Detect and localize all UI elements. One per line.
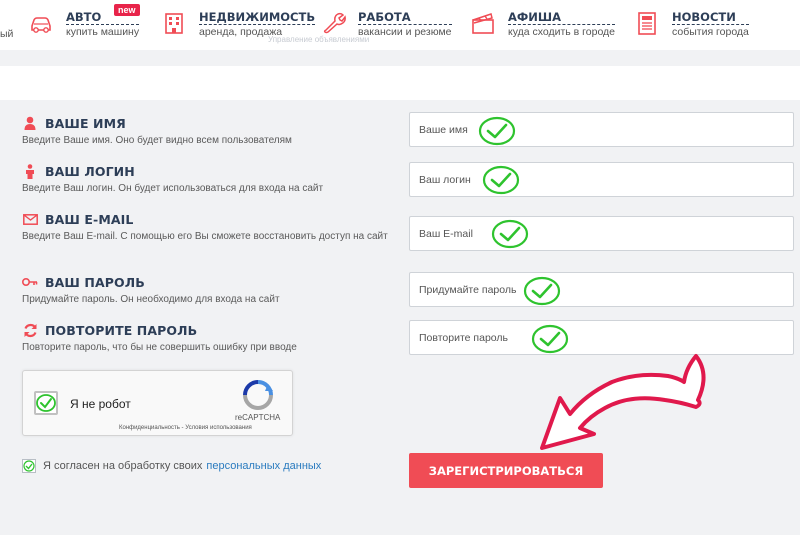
field-description: Повторите пароль, что бы не совершить ош…: [22, 342, 297, 353]
car-icon: [31, 17, 51, 33]
recaptcha-links[interactable]: Конфиденциальность - Условия использован…: [119, 425, 252, 431]
recaptcha-brand: reCAPTCHA: [235, 413, 281, 422]
field-label: ВАШЕ ИМЯ: [22, 115, 126, 131]
building-icon: [165, 13, 183, 34]
recaptcha-label: Я не робот: [70, 397, 131, 411]
field-label: ВАШ ПАРОЛЬ: [22, 274, 145, 290]
top-navigation: ый Управление объявлениями АВТО купить м…: [0, 0, 800, 50]
nav-title: НЕДВИЖИМОСТЬ: [199, 10, 316, 25]
field-description: Введите Ваше имя. Оно будет видно всем п…: [22, 135, 292, 146]
field-label: ВАШ ЛОГИН: [22, 163, 135, 179]
field-title: ВАШ ПАРОЛЬ: [45, 274, 145, 290]
field-description: Введите Ваш логин. Он будет использовать…: [22, 183, 324, 194]
nav-title: АФИША: [508, 10, 616, 25]
nav-subtitle: куда сходить в городе: [508, 26, 616, 38]
nav-subtitle: аренда, продажа: [199, 26, 283, 38]
check-valid-icon: [491, 219, 529, 249]
wrench-icon: [323, 12, 346, 34]
field-title: ВАШЕ ИМЯ: [45, 115, 126, 131]
annotation-arrow-icon: [540, 354, 706, 450]
key-icon: [22, 274, 38, 290]
field-title: ПОВТОРИТЕ ПАРОЛЬ: [45, 322, 198, 338]
nav-edge-text: ый: [0, 28, 14, 40]
nav-title: РАБОТА: [358, 10, 452, 25]
password-repeat-input[interactable]: [409, 320, 794, 355]
login-input[interactable]: [409, 162, 794, 197]
field-label: ПОВТОРИТЕ ПАРОЛЬ: [22, 322, 197, 338]
field-description: Введите Ваш E-mail. С помощью его Вы смо…: [22, 231, 388, 242]
personal-data-link[interactable]: персональных данных: [206, 460, 321, 472]
nav-subtitle: события города: [672, 26, 749, 38]
consent-row: Я согласен на обработку своих персональн…: [22, 459, 321, 473]
new-badge: new: [114, 4, 140, 16]
email-input[interactable]: [409, 216, 794, 251]
check-icon: [36, 394, 56, 412]
field-title: ВАШ E-MAIL: [45, 211, 134, 227]
field-label: ВАШ E-MAIL: [22, 211, 133, 227]
check-valid-icon: [478, 116, 516, 146]
consent-text: Я согласен на обработку своих: [43, 460, 203, 472]
clapperboard-icon: [472, 13, 494, 34]
field-description: Придумайте пароль. Он необходимо для вхо…: [22, 294, 280, 305]
check-valid-icon: [531, 324, 569, 354]
nav-subtitle: вакансии и резюме: [358, 26, 452, 38]
name-input[interactable]: [409, 112, 794, 147]
field-title: ВАШ ЛОГИН: [45, 163, 135, 179]
check-icon: [23, 460, 35, 472]
recaptcha-logo-icon: [243, 380, 273, 410]
refresh-icon: [22, 322, 38, 338]
envelope-icon: [22, 211, 38, 227]
content-header-band: [0, 66, 800, 100]
check-valid-icon: [482, 165, 520, 195]
nav-title: НОВОСТИ: [672, 10, 749, 25]
recaptcha-widget: Я не робот reCAPTCHA Конфиденциальность …: [22, 370, 293, 436]
user-icon: [22, 115, 38, 131]
newspaper-icon: [638, 12, 656, 35]
password-input[interactable]: [409, 272, 794, 307]
check-valid-icon: [523, 276, 561, 306]
person-icon: [22, 163, 38, 179]
nav-subtitle: купить машину: [66, 26, 140, 38]
consent-checkbox[interactable]: [22, 459, 36, 473]
recaptcha-checkbox[interactable]: [34, 391, 58, 415]
